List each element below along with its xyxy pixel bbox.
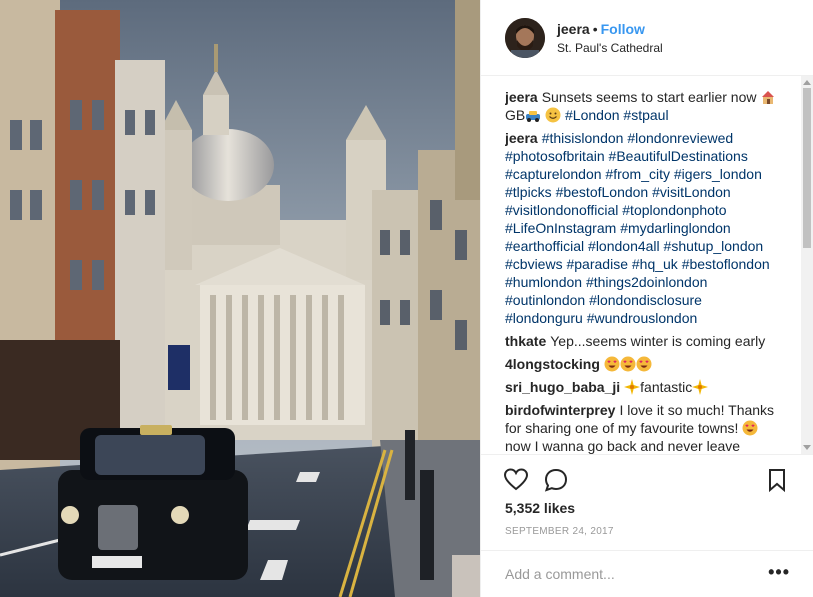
likes-count[interactable]: 5,352 likes	[505, 500, 575, 516]
add-comment-section: •••	[481, 550, 813, 597]
comment-icon[interactable]	[543, 467, 569, 493]
comment-text: GB	[505, 107, 526, 123]
comment-text: Sunsets seems to start earlier now	[541, 89, 761, 105]
separator-dot: •	[592, 21, 598, 37]
hashtag-link[interactable]: #paradise	[566, 256, 628, 272]
hashtag-link[interactable]: #shutup_london	[664, 238, 764, 254]
hashtag-link[interactable]: #stpaul	[623, 107, 668, 123]
comment-text: now I wanna go back and never leave	[505, 438, 741, 454]
hashtag-link[interactable]: #mydarlinglondon	[620, 220, 731, 236]
hashtag-link[interactable]: #capturelondon	[505, 166, 602, 182]
instagram-post: jeera • Follow St. Paul's Cathedral jeera S…	[0, 0, 813, 597]
heart-icon[interactable]	[503, 467, 529, 493]
action-bar	[481, 454, 813, 504]
comment-item: thkate Yep...seems winter is coming early	[505, 332, 783, 350]
comment-username[interactable]: jeera	[505, 130, 538, 146]
hashtag-link[interactable]: #BeautifulDestinations	[609, 148, 748, 164]
heart-eyes-emoji	[636, 356, 652, 372]
heart-eyes-emoji	[604, 356, 620, 372]
comments-list: jeera Sunsets seems to start earlier now …	[505, 88, 783, 454]
comment-username[interactable]: thkate	[505, 333, 546, 349]
hashtag-link[interactable]: #londondisclosure	[589, 292, 702, 308]
hashtag-link[interactable]: #toplondonphoto	[622, 202, 726, 218]
bookmark-icon[interactable]	[764, 467, 790, 493]
hashtag-link[interactable]: #hq_uk	[632, 256, 678, 272]
hashtag-link[interactable]: #things2doinlondon	[586, 274, 707, 290]
smile-emoji	[545, 107, 561, 123]
more-options-icon[interactable]: •••	[768, 563, 790, 581]
st-pauls-cathedral-photo	[0, 0, 480, 597]
hashtag-link[interactable]: #earthofficial	[505, 238, 584, 254]
scroll-down-arrow-icon[interactable]	[803, 445, 811, 450]
hashtag-link[interactable]: #humlondon	[505, 274, 582, 290]
post-header: jeera • Follow St. Paul's Cathedral	[481, 0, 813, 76]
comment-input[interactable]	[505, 563, 745, 585]
post-photo[interactable]	[0, 0, 480, 597]
hashtag-link[interactable]: #London	[565, 107, 620, 123]
sparkle-emoji	[624, 379, 641, 395]
comment-text: fantastic	[640, 379, 693, 395]
heart-eyes-emoji	[742, 420, 758, 436]
post-side-panel: jeera • Follow St. Paul's Cathedral jeera S…	[480, 0, 813, 597]
hashtag-link[interactable]: #igers_london	[674, 166, 762, 182]
hashtag-link[interactable]: #from_city	[605, 166, 670, 182]
scrollbar-thumb[interactable]	[803, 88, 811, 248]
comment-item: birdofwinterprey I love it so much! Thank…	[505, 401, 783, 454]
hashtag-link[interactable]: #LifeOnInstagram	[505, 220, 616, 236]
house-emoji	[760, 89, 776, 105]
comment-item: sri_hugo_baba_ji fantastic	[505, 378, 783, 396]
comment-username[interactable]: 4longstocking	[505, 356, 600, 372]
hashtag-link[interactable]: #outinlondon	[505, 292, 585, 308]
comment-item: jeera Sunsets seems to start earlier now …	[505, 88, 783, 124]
comment-username[interactable]: jeera	[505, 89, 538, 105]
hashtag-link[interactable]: #londonguru	[505, 310, 583, 326]
location-link[interactable]: St. Paul's Cathedral	[557, 41, 663, 55]
comment-item: 4longstocking	[505, 355, 783, 373]
heart-eyes-emoji	[620, 356, 636, 372]
comment-username[interactable]: birdofwinterprey	[505, 402, 615, 418]
hashtag-link[interactable]: #tlpicks	[505, 184, 552, 200]
hashtag-link[interactable]: #bestofLondon	[556, 184, 649, 200]
scroll-up-arrow-icon[interactable]	[803, 80, 811, 85]
comments-scrollbar[interactable]	[801, 76, 813, 454]
car-emoji	[525, 107, 541, 123]
follow-button[interactable]: Follow	[601, 21, 645, 37]
hashtag-link[interactable]: #cbviews	[505, 256, 563, 272]
header-username[interactable]: jeera	[557, 21, 590, 37]
comment-item: jeera #thisislondon #londonreviewed #phot…	[505, 129, 783, 327]
hashtag-link[interactable]: #visitLondon	[652, 184, 731, 200]
hashtag-link[interactable]: #wundrouslondon	[587, 310, 698, 326]
hashtag-link[interactable]: #london4all	[588, 238, 660, 254]
hashtag-link[interactable]: #photosofbritain	[505, 148, 605, 164]
avatar[interactable]	[505, 17, 545, 58]
comment-text: Yep...seems winter is coming early	[550, 333, 766, 349]
hashtag-link[interactable]: #thisislondon	[542, 130, 624, 146]
hashtag-link[interactable]: #visitlondonofficial	[505, 202, 618, 218]
sparkle-emoji	[692, 379, 709, 395]
post-date: September 24, 2017	[505, 526, 614, 537]
hashtag-link[interactable]: #londonreviewed	[627, 130, 733, 146]
comment-username[interactable]: sri_hugo_baba_ji	[505, 379, 620, 395]
hashtag-link[interactable]: #bestoflondon	[682, 256, 770, 272]
